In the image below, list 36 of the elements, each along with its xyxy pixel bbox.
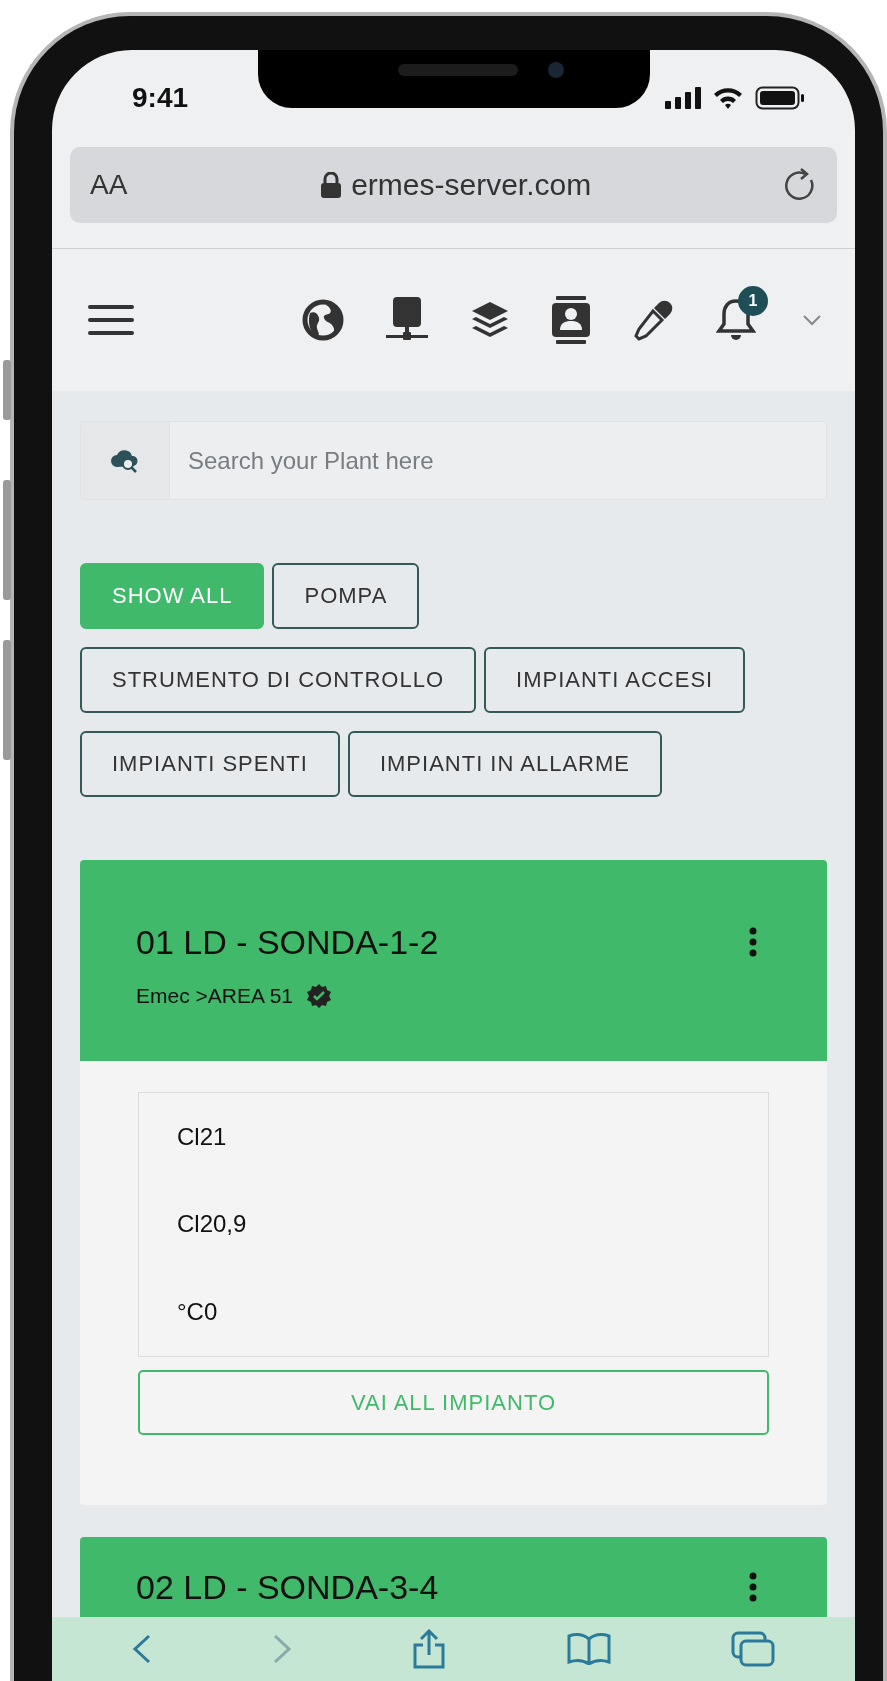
lock-icon (321, 172, 342, 198)
notification-badge: 1 (738, 286, 768, 316)
pipette-icon[interactable] (632, 299, 674, 341)
filter-button[interactable]: IMPIANTI IN ALLARME (347, 731, 662, 797)
filter-button[interactable]: IMPIANTI ACCESI (484, 647, 746, 713)
layers-icon[interactable] (470, 301, 510, 339)
more-options-icon[interactable] (749, 927, 757, 957)
reload-icon[interactable] (785, 168, 817, 202)
globe-icon[interactable] (302, 299, 344, 341)
menu-icon[interactable] (88, 303, 134, 337)
text-size-button[interactable]: AA (90, 169, 128, 201)
status-time: 9:41 (132, 81, 189, 114)
more-options-icon[interactable] (749, 1572, 757, 1602)
wifi-icon (713, 86, 743, 109)
share-icon[interactable] (411, 1629, 448, 1669)
reading-value: Cl20,9 (177, 1210, 248, 1239)
search-field[interactable]: Search your Plant here (170, 421, 827, 500)
plant-title: 01 LD - SONDA-1-2 (136, 922, 439, 962)
contact-book-icon[interactable] (552, 296, 590, 344)
reading-value: °C0 (177, 1298, 219, 1327)
plant-title: 02 LD - SONDA-3-4 (136, 1567, 439, 1607)
cloud-search-icon (110, 448, 140, 473)
tabs-icon[interactable] (731, 1631, 776, 1667)
reading-value: Cl21 (177, 1122, 228, 1151)
search-button[interactable] (80, 421, 170, 500)
filter-button[interactable]: IMPIANTI SPENTI (80, 731, 340, 797)
plant-location: Emec >AREA 51 (136, 984, 293, 1008)
bookmarks-icon[interactable] (567, 1633, 612, 1665)
network-computer-icon[interactable] (386, 297, 428, 343)
chevron-down-icon[interactable] (802, 314, 822, 326)
address-bar[interactable]: AA ermes-server.com (70, 147, 837, 223)
filter-button[interactable]: STRUMENTO DI CONTROLLO (80, 647, 477, 713)
signal-icon (665, 86, 701, 109)
battery-icon (755, 85, 805, 110)
filter-button[interactable]: POMPA (272, 563, 420, 629)
url-text: ermes-server.com (351, 168, 592, 202)
